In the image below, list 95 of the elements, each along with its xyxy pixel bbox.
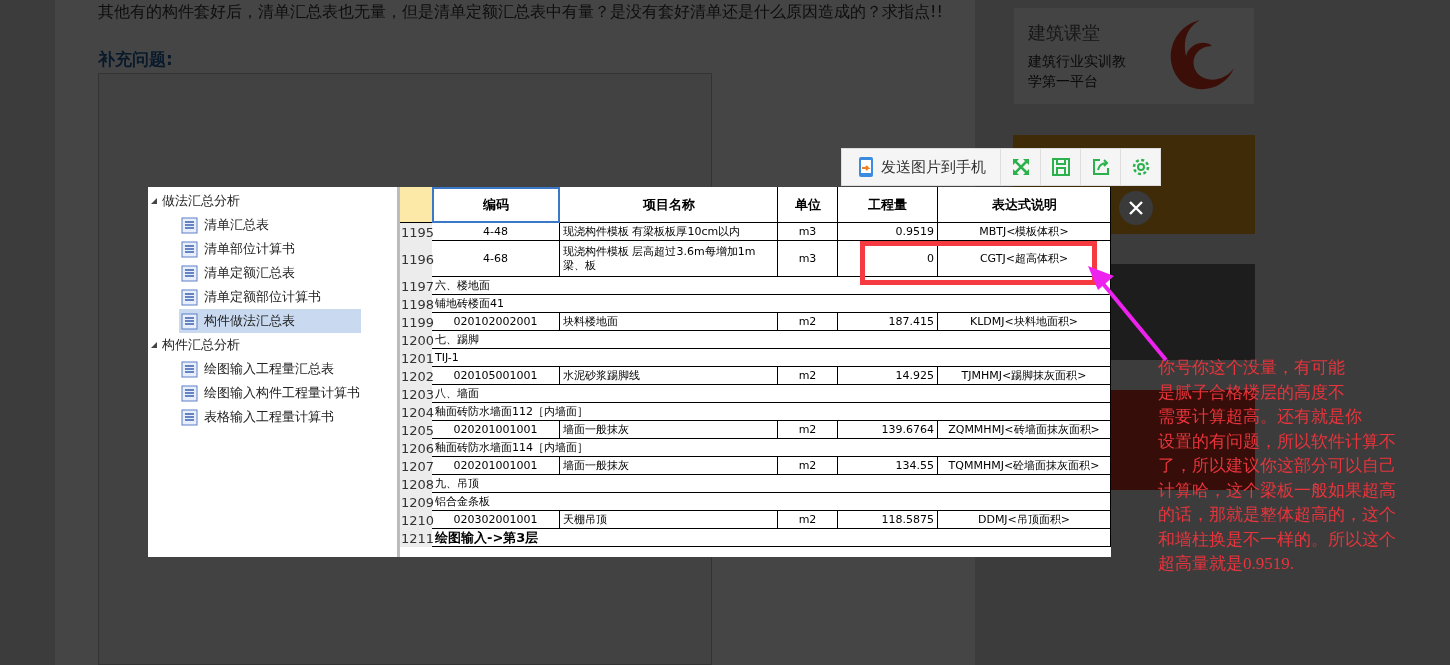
table-cell: m3: [778, 223, 838, 241]
table-cell: DDMJ<吊顶面积>: [938, 511, 1111, 529]
table-cell: 现浇构件模板 层高超过3.6m每增加1m梁、板: [560, 241, 778, 277]
table-cell: TQMMHMJ<砼墙面抹灰面积>: [938, 457, 1111, 475]
expand-toggle-icon[interactable]: [150, 341, 158, 349]
row-number: 1198: [400, 295, 432, 313]
section-row: TIJ-1: [432, 349, 1111, 367]
share-icon: [1090, 157, 1111, 177]
table-cell: 现浇构件模板 有梁板板厚10cm以内: [560, 223, 778, 241]
tree-item[interactable]: 清单汇总表: [179, 213, 361, 237]
tree-item[interactable]: 清单部位计算书: [179, 237, 361, 261]
row-number: 1196: [400, 241, 432, 277]
table-cell: 水泥砂浆踢脚线: [560, 367, 778, 385]
row-number: 1197: [400, 277, 432, 295]
row-number: 1204: [400, 403, 432, 421]
table-cell: m2: [778, 313, 838, 331]
tree-item[interactable]: 绘图输入构件工程量计算书: [179, 381, 361, 405]
table-cell: 墙面一般抹灰: [560, 457, 778, 475]
corner-cell: [400, 187, 432, 223]
row-number: 1200: [400, 331, 432, 349]
table-cell: 14.925: [838, 367, 938, 385]
tree-item[interactable]: 清单定额部位计算书: [179, 285, 361, 309]
table-cell: 4-68: [432, 241, 560, 277]
document-icon: [181, 312, 198, 330]
document-icon: [181, 240, 198, 258]
table-cell: TJMHMJ<踢脚抹灰面积>: [938, 367, 1111, 385]
phone-icon: [856, 156, 875, 178]
column-header[interactable]: 工程量: [838, 187, 938, 223]
table-cell: 020102002001: [432, 313, 560, 331]
settings-icon: [1130, 157, 1151, 177]
tree-item[interactable]: 清单定额汇总表: [179, 261, 361, 285]
row-number: 1210: [400, 511, 432, 529]
table-cell: 4-48: [432, 223, 560, 241]
row-number: 1202: [400, 367, 432, 385]
document-icon: [181, 216, 198, 234]
table-cell: MBTJ<模板体积>: [938, 223, 1111, 241]
table-cell: 020201001001: [432, 457, 560, 475]
section-heading: 补充问题:: [98, 48, 174, 71]
table-cell: m3: [778, 241, 838, 277]
column-header[interactable]: 表达式说明: [938, 187, 1111, 223]
tree-item[interactable]: 表格输入工程量计算书: [179, 405, 361, 429]
section-row: 九、吊顶: [432, 475, 1111, 493]
table-cell: m2: [778, 367, 838, 385]
table-cell: 020201001001: [432, 421, 560, 439]
row-number: 1203: [400, 385, 432, 403]
send-to-phone-button[interactable]: 发送图片到手机: [842, 149, 1000, 185]
tree-item[interactable]: 构件做法汇总表: [179, 309, 361, 333]
document-icon: [181, 288, 198, 306]
section-row: 七、踢脚: [432, 331, 1111, 349]
document-icon: [181, 264, 198, 282]
row-number: 1208: [400, 475, 432, 493]
row-number: 1209: [400, 493, 432, 511]
section-row: 釉面砖防水墙面112［内墙面］: [432, 403, 1111, 421]
column-header[interactable]: 单位: [778, 187, 838, 223]
table-cell: m2: [778, 511, 838, 529]
table-cell: 块料楼地面: [560, 313, 778, 331]
table-cell: m2: [778, 457, 838, 475]
table-cell: m2: [778, 421, 838, 439]
table-cell: 134.55: [838, 457, 938, 475]
tree-group-label[interactable]: 构件汇总分析: [162, 336, 240, 354]
column-header[interactable]: 项目名称: [560, 187, 778, 223]
row-number: 1206: [400, 439, 432, 457]
table-cell: 0.9519: [838, 223, 938, 241]
row-number: 1195: [400, 223, 432, 241]
section-row: 八、墙面: [432, 385, 1111, 403]
table-cell: 020105001001: [432, 367, 560, 385]
section-row: 绘图输入->第3层: [432, 529, 1111, 547]
close-icon: [1128, 200, 1144, 216]
tree-group-label[interactable]: 做法汇总分析: [162, 192, 240, 210]
save-icon: [1050, 157, 1071, 177]
table-cell: ZQMMHMJ<砖墙面抹灰面积>: [938, 421, 1111, 439]
row-number: 1201: [400, 349, 432, 367]
row-number: 1199: [400, 313, 432, 331]
document-icon: [181, 408, 198, 426]
table-cell: 118.5875: [838, 511, 938, 529]
table-cell: 187.415: [838, 313, 938, 331]
section-row: 釉面砖防水墙面114［内墙面］: [432, 439, 1111, 457]
document-icon: [181, 360, 198, 378]
annotation-text: 你号你这个没量，有可能 是腻子合格楼层的高度不 需要计算超高。还有就是你 设置的有问题，所以软件计算不 了，所以建议你这部分可以自己 计算哈，这个梁板一般如果超高 的话，那就是整体超高的，这个 和墙柱换是不一样的。所以这个 超高量就是0.9519.: [1158, 357, 1396, 575]
section-row: 铝合金条板: [432, 493, 1111, 511]
table-cell: KLDMJ<块料地面积>: [938, 313, 1111, 331]
table-cell: 天棚吊顶: [560, 511, 778, 529]
tree-item[interactable]: 绘图输入工程量汇总表: [179, 357, 361, 381]
document-icon: [181, 384, 198, 402]
table-cell: 139.6764: [838, 421, 938, 439]
section-row: 铺地砖楼面41: [432, 295, 1111, 313]
column-header[interactable]: 编码: [432, 187, 560, 223]
row-number: 1207: [400, 457, 432, 475]
table-cell: 墙面一般抹灰: [560, 421, 778, 439]
row-number: 1211: [400, 529, 432, 547]
row-number: 1205: [400, 421, 432, 439]
fullscreen-icon: [1010, 157, 1031, 177]
table-cell: 020302001001: [432, 511, 560, 529]
expand-toggle-icon[interactable]: [150, 197, 158, 205]
card-subtitle: 建筑行业实训教学第一平台: [1028, 52, 1127, 91]
